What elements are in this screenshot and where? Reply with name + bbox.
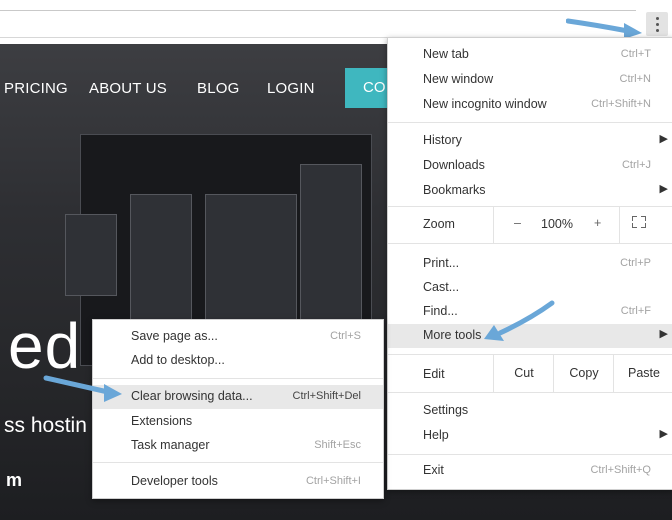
menu-item-new-incognito[interactable]: New incognito window Ctrl+Shift+N [388,93,672,117]
menu-separator [93,462,383,463]
menu-separator [388,243,672,244]
menu-item-downloads[interactable]: Downloads Ctrl+J [388,154,672,178]
paste-button[interactable]: Paste [613,355,672,392]
address-bar[interactable] [0,10,636,38]
menu-separator [388,392,672,393]
zoom-in-button[interactable]: + [594,216,601,230]
menu-item-help[interactable]: Help ▶ [388,424,672,448]
submenu-item-extensions[interactable]: Extensions [93,410,383,434]
annotation-arrow-icon [484,300,555,341]
cut-button[interactable]: Cut [493,355,554,392]
chevron-right-icon: ▶ [659,183,668,195]
zoom-level: 100% [541,217,573,231]
contact-button[interactable]: CO [345,68,389,108]
submenu-item-developer-tools[interactable]: Developer tools Ctrl+Shift+I [93,470,383,494]
chrome-main-menu: New tab Ctrl+T New window Ctrl+N New inc… [387,37,672,490]
nav-pricing[interactable]: PRICING [4,80,68,97]
menu-item-new-window[interactable]: New window Ctrl+N [388,68,672,92]
fullscreen-icon[interactable] [632,216,646,228]
nav-blog[interactable]: BLOG [197,80,239,97]
menu-separator [388,454,672,455]
zoom-out-button[interactable]: – [514,216,521,230]
server-slot [130,194,192,336]
chevron-right-icon: ▶ [659,428,668,440]
menu-item-exit[interactable]: Exit Ctrl+Shift+Q [388,459,672,483]
hero-subtitle: ss hostin [4,414,87,437]
menu-edit-row: Edit Cut Copy Paste [388,355,672,392]
menu-item-cast[interactable]: Cast... [388,276,672,300]
menu-item-new-tab[interactable]: New tab Ctrl+T [388,43,672,67]
server-slot [65,214,117,296]
menu-zoom-row: Zoom – 100% + [388,206,672,243]
annotation-arrow-icon [43,375,122,402]
chevron-right-icon: ▶ [659,133,668,145]
menu-item-bookmarks[interactable]: Bookmarks ▶ [388,179,672,203]
menu-item-history[interactable]: History ▶ [388,129,672,153]
submenu-item-task-manager[interactable]: Task manager Shift+Esc [93,434,383,458]
chrome-menu-button[interactable] [646,12,668,36]
copy-button[interactable]: Copy [553,355,614,392]
nav-login[interactable]: LOGIN [267,80,315,97]
hero-small-text: m [6,470,23,490]
nav-about-us[interactable]: ABOUT US [89,80,167,97]
menu-item-settings[interactable]: Settings [388,399,672,423]
menu-separator [388,122,672,123]
submenu-item-save-page[interactable]: Save page as... Ctrl+S [93,325,383,349]
menu-item-print[interactable]: Print... Ctrl+P [388,252,672,276]
chevron-right-icon: ▶ [659,328,668,340]
